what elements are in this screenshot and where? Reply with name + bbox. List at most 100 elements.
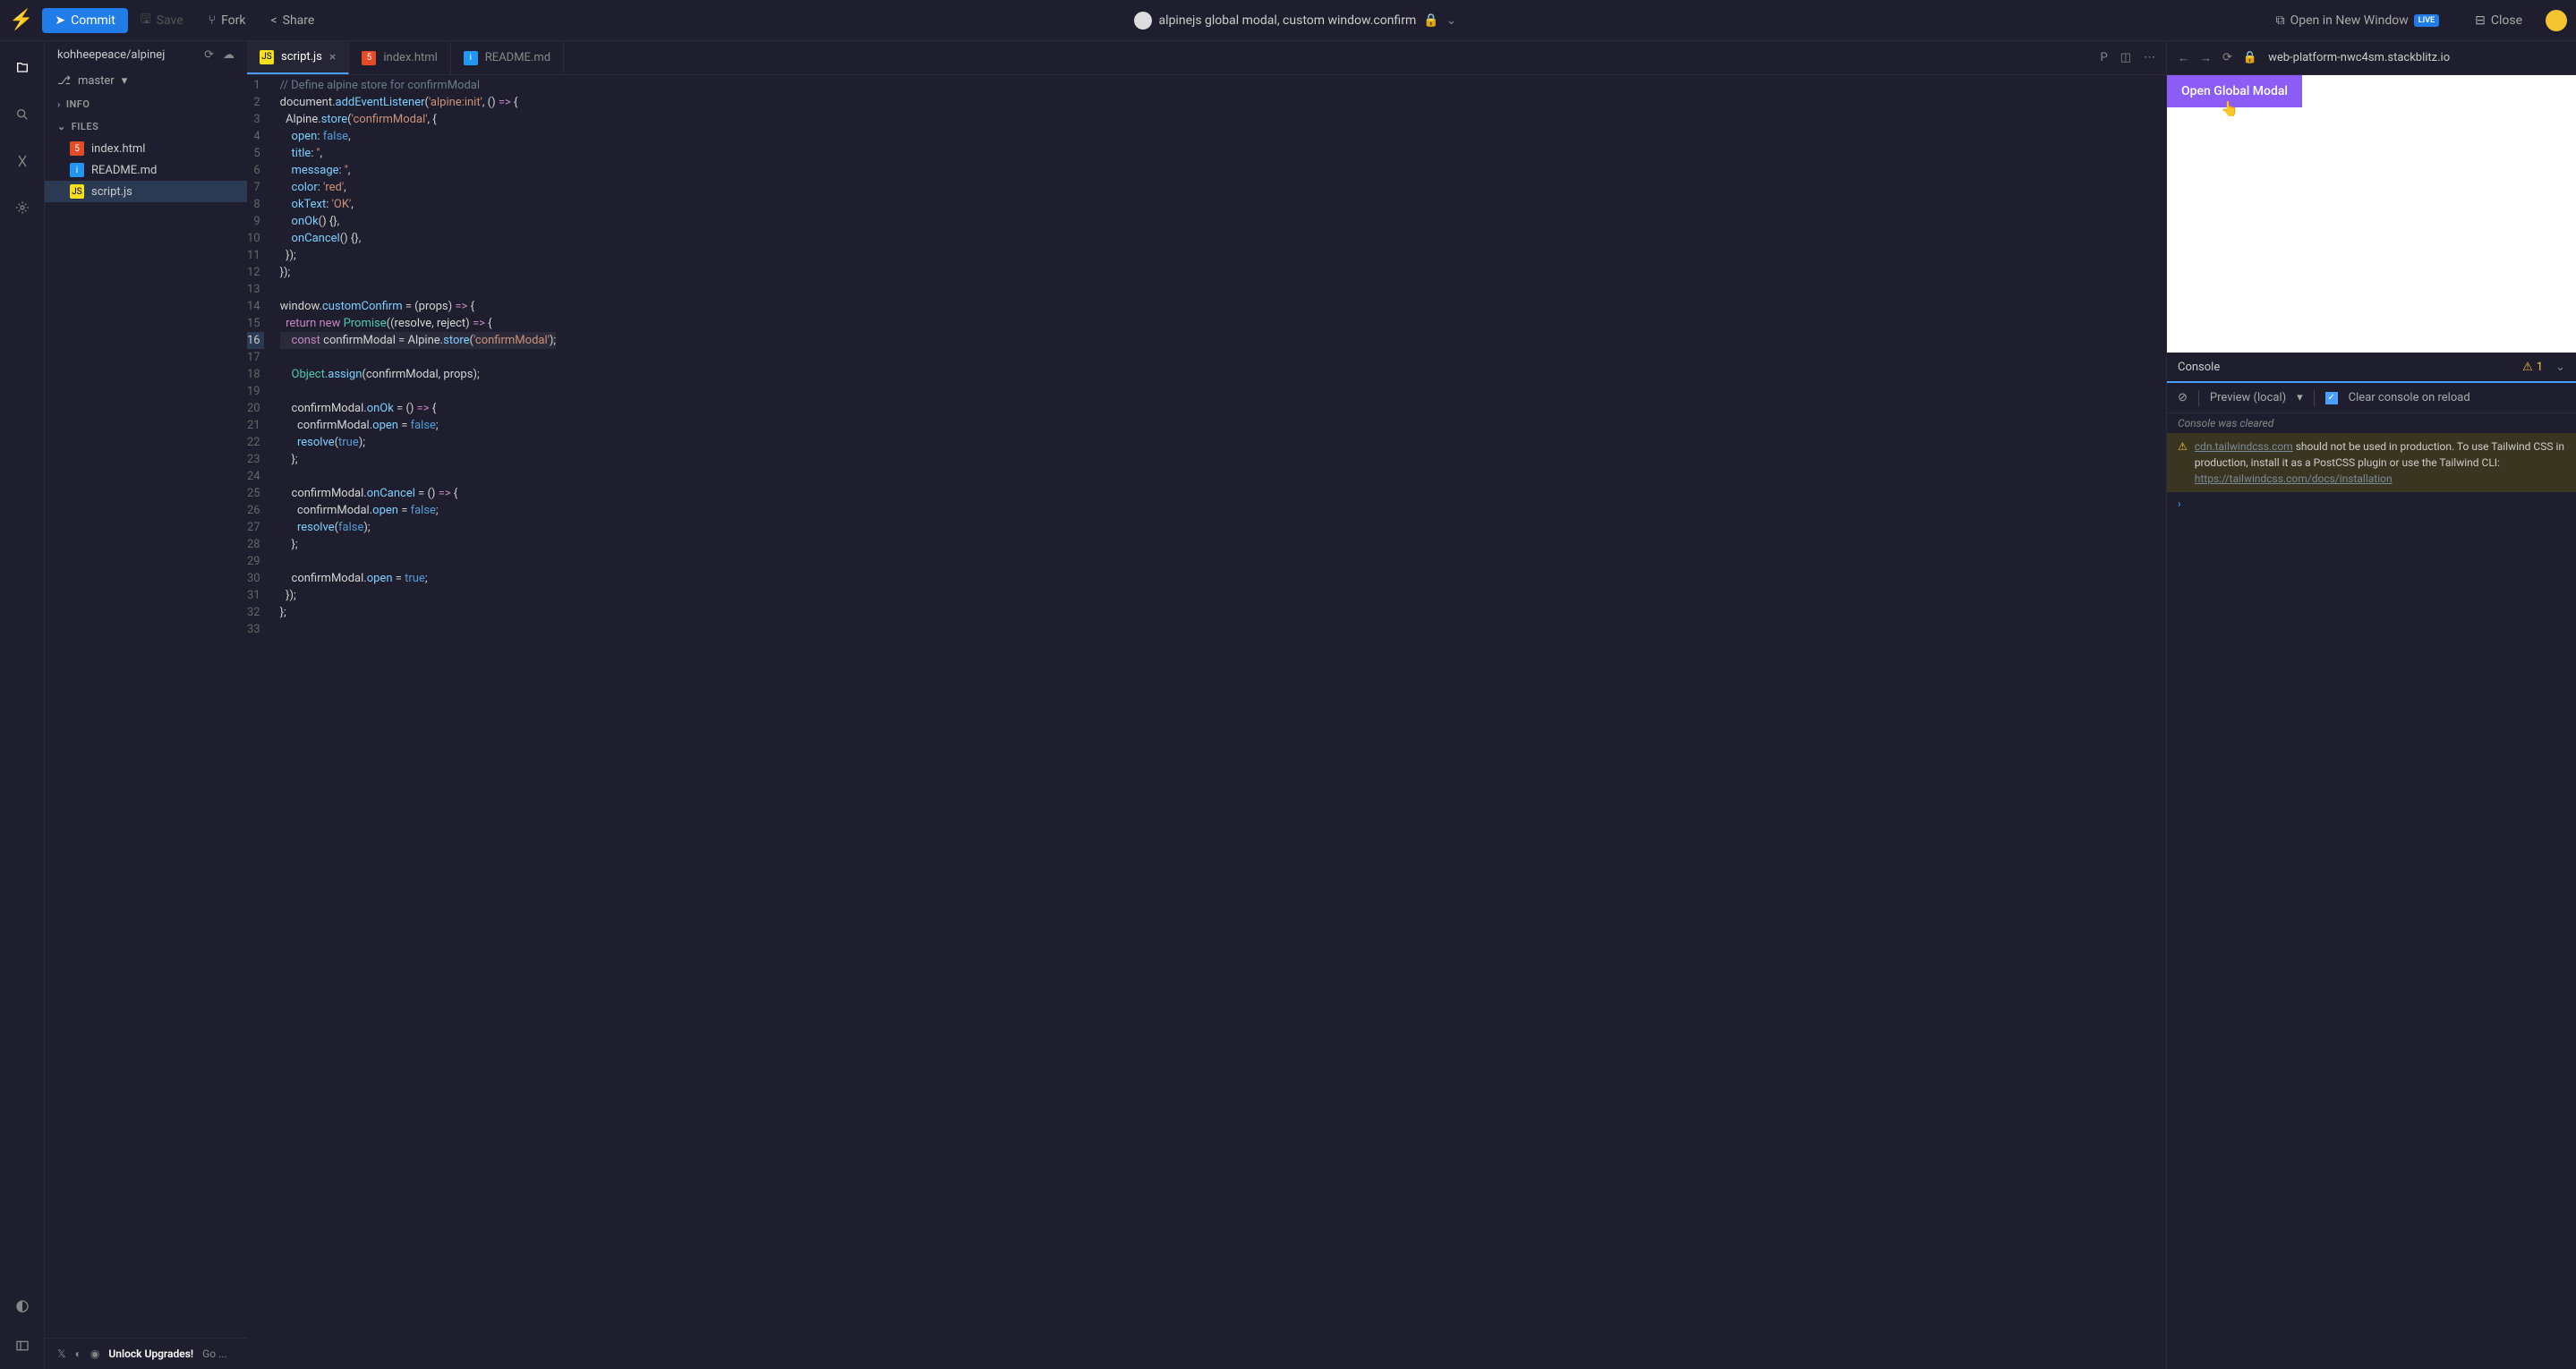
warn-count: 1 xyxy=(2537,361,2543,374)
console-source[interactable]: Preview (local) xyxy=(2210,391,2286,404)
close-icon[interactable]: × xyxy=(329,50,336,64)
info-section-label: INFO xyxy=(66,98,90,110)
logo-bolt-icon[interactable]: ⚡ xyxy=(9,9,33,31)
file-item-README-md[interactable]: i README.md xyxy=(45,159,247,181)
console-body[interactable]: Console was cleared ⚠ cdn.tailwindcss.co… xyxy=(2167,413,2576,1369)
live-badge: LIVE xyxy=(2414,14,2439,27)
github-icon[interactable]: ◐ xyxy=(75,1348,81,1360)
console-cleared-line: Console was cleared xyxy=(2167,413,2576,433)
preview-pane: ← → ⟳ 🔒 web-platform-nwc4sm.stackblitz.i… xyxy=(2166,41,2576,1369)
tabs-bar: JS script.js × 5index.html i README.md P ◫ ⋯ xyxy=(247,41,2166,75)
clear-on-reload-label: Clear console on reload xyxy=(2349,391,2470,404)
project-avatar-icon xyxy=(1134,12,1152,30)
console-header[interactable]: Console ⚠ 1 ⌄ xyxy=(2167,353,2576,383)
fork-label: Fork xyxy=(221,13,245,28)
preview-url[interactable]: web-platform-nwc4sm.stackblitz.io xyxy=(2268,51,2565,64)
file-item-index-html[interactable]: 5index.html xyxy=(45,138,247,159)
tab-label: README.md xyxy=(485,51,550,64)
search-icon[interactable] xyxy=(12,104,33,125)
nav-back-icon[interactable]: ← xyxy=(2178,51,2189,65)
activity-bar xyxy=(0,41,45,1369)
ports-icon[interactable] xyxy=(12,150,33,172)
console-title: Console xyxy=(2178,361,2220,374)
code-editor[interactable]: 1234567891011121314151617181920212223242… xyxy=(247,75,2166,1369)
twitter-icon[interactable]: 𝕏 xyxy=(57,1348,66,1360)
console-prompt[interactable]: › xyxy=(2167,492,2576,515)
file-type-icon: i xyxy=(70,163,84,177)
chevron-down-icon: ⌄ xyxy=(57,121,66,132)
address-bar: ← → ⟳ 🔒 web-platform-nwc4sm.stackblitz.i… xyxy=(2167,41,2576,75)
code-content[interactable]: // Define alpine store for confirmModald… xyxy=(280,75,557,1369)
more-icon[interactable]: ⋯ xyxy=(2144,51,2155,64)
branch-name: master xyxy=(78,74,115,88)
external-window-icon: ⧉ xyxy=(2276,13,2285,28)
project-title[interactable]: alpinejs global modal, custom window.con… xyxy=(1134,12,1457,30)
discord-icon[interactable]: ◉ xyxy=(90,1348,99,1360)
sidebar-footer: 𝕏 ◐ ◉ Unlock Upgrades! Go ... xyxy=(45,1338,247,1369)
secure-lock-icon: 🔒 xyxy=(2243,51,2257,64)
file-item-script-js[interactable]: JSscript.js xyxy=(45,181,247,202)
chevron-down-icon: ▾ xyxy=(122,74,128,88)
clear-on-reload-checkbox[interactable]: ✓ xyxy=(2325,392,2338,404)
warn-link-cdn[interactable]: cdn.tailwindcss.com xyxy=(2195,440,2293,453)
line-gutter: 1234567891011121314151617181920212223242… xyxy=(247,75,280,1369)
file-name: README.md xyxy=(91,164,157,177)
collapse-icon[interactable] xyxy=(12,1335,33,1356)
sidebar: kohheepeace/alpinej ⟳ ☁ ⎇ master ▾ › INF… xyxy=(45,41,247,1369)
lock-icon: 🔒 xyxy=(1423,13,1438,28)
main-layout: kohheepeace/alpinej ⟳ ☁ ⎇ master ▾ › INF… xyxy=(0,41,2576,1369)
preview-content[interactable]: Open Global Modal 👆 xyxy=(2167,75,2576,353)
open-new-window-button[interactable]: ⧉ Open in New Window LIVE xyxy=(2264,8,2452,33)
prettier-icon[interactable]: P xyxy=(2101,51,2108,64)
save-label: Save xyxy=(157,13,183,28)
editor-area: JSscript.js×5index.htmliREADME.md P ◫ ⋯ … xyxy=(247,41,2166,1369)
commit-button[interactable]: ➤ Commit xyxy=(42,8,127,33)
settings-icon[interactable] xyxy=(12,197,33,218)
chevron-down-icon[interactable]: ⌄ xyxy=(1446,13,1457,28)
send-icon: ➤ xyxy=(55,13,65,28)
close-label: Close xyxy=(2491,13,2522,28)
tab-label: script.js xyxy=(281,50,322,64)
topbar: ⚡ ➤ Commit 🖫 Save ⑂ Fork < Share alpinej… xyxy=(0,0,2576,41)
nav-forward-icon[interactable]: → xyxy=(2200,51,2212,65)
unlock-go-label: Go ... xyxy=(202,1348,227,1360)
chevron-down-icon[interactable]: ⌄ xyxy=(2555,361,2565,374)
tab-index-html[interactable]: 5index.html xyxy=(349,41,450,74)
fork-button[interactable]: ⑂ Fork xyxy=(196,8,259,33)
files-section-header[interactable]: ⌄ FILES xyxy=(45,115,247,138)
file-name: index.html xyxy=(91,142,145,156)
tab-script-js[interactable]: JS script.js × xyxy=(247,41,349,74)
console-panel: Console ⚠ 1 ⌄ ⊘ Preview (local) ▾ ✓ Clea… xyxy=(2167,353,2576,1369)
cursor-icon: 👆 xyxy=(2221,100,2239,117)
info-section-header[interactable]: › INFO xyxy=(45,93,247,115)
warn-link-docs[interactable]: https://tailwindcss.com/docs/installatio… xyxy=(2195,472,2393,485)
sidebar-header: kohheepeace/alpinej ⟳ ☁ xyxy=(45,41,247,69)
close-button[interactable]: ⊟ Close xyxy=(2462,8,2535,33)
chevron-right-icon: › xyxy=(57,98,61,110)
theme-icon[interactable] xyxy=(12,1296,33,1317)
warning-icon: ⚠ xyxy=(2522,361,2533,374)
user-avatar[interactable] xyxy=(2546,10,2567,31)
clear-console-icon[interactable]: ⊘ xyxy=(2178,391,2188,404)
explorer-icon[interactable] xyxy=(12,57,33,79)
file-type-icon: JS xyxy=(260,50,274,64)
reload-icon[interactable]: ⟳ xyxy=(2222,51,2232,64)
topbar-right: ⧉ Open in New Window LIVE ⊟ Close xyxy=(2264,8,2567,33)
share-button[interactable]: < Share xyxy=(259,8,328,33)
file-type-icon: i xyxy=(464,51,478,65)
files-section-label: FILES xyxy=(72,121,99,132)
close-panel-icon: ⊟ xyxy=(2475,13,2486,28)
file-type-icon: JS xyxy=(70,184,84,199)
save-button[interactable]: 🖫 Save xyxy=(128,4,196,37)
cloud-icon[interactable]: ☁ xyxy=(223,48,235,62)
topbar-center: alpinejs global modal, custom window.con… xyxy=(327,12,2263,30)
split-editor-icon[interactable]: ◫ xyxy=(2120,51,2131,64)
dropdown-icon[interactable]: ▾ xyxy=(2297,391,2303,404)
branch-selector[interactable]: ⎇ master ▾ xyxy=(45,69,247,93)
tab-README-md[interactable]: i README.md xyxy=(451,41,564,74)
open-new-window-label: Open in New Window xyxy=(2290,13,2409,28)
unlock-label[interactable]: Unlock Upgrades! xyxy=(108,1348,193,1360)
refresh-icon[interactable]: ⟳ xyxy=(204,48,214,62)
console-toolbar: ⊘ Preview (local) ▾ ✓ Clear console on r… xyxy=(2167,383,2576,413)
fork-icon: ⑂ xyxy=(209,13,216,28)
